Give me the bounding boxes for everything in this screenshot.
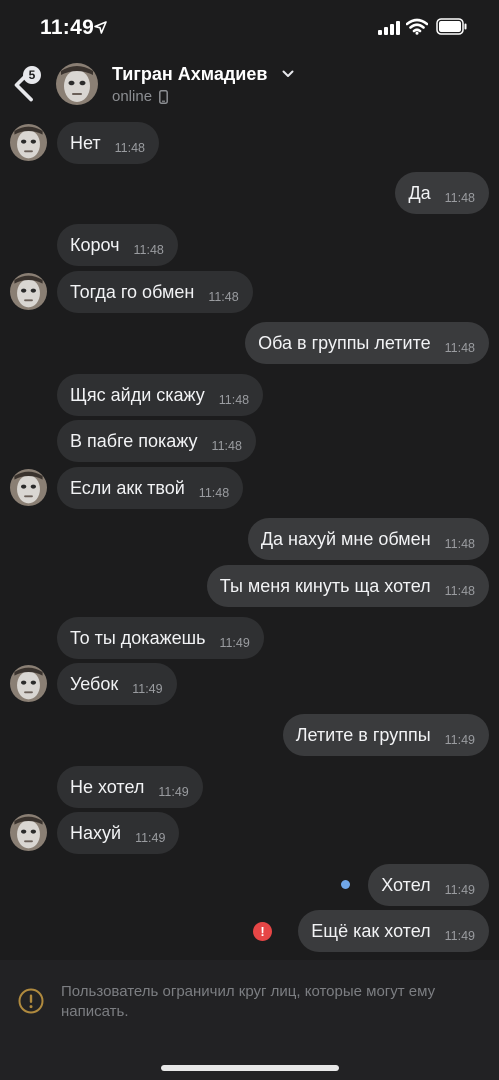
- message-bubble[interactable]: Не хотел 11:49: [57, 766, 203, 808]
- sender-avatar[interactable]: [10, 273, 47, 310]
- unread-indicator-dot: [341, 880, 350, 889]
- message-text: Не хотел: [70, 776, 145, 797]
- message-bubble[interactable]: Если акк твой 11:48: [57, 467, 244, 509]
- status-bar: 11:49: [0, 0, 499, 56]
- message-bubble[interactable]: Летите в группы 11:49: [282, 714, 489, 756]
- message-bubble[interactable]: Щяс айди скажу 11:48: [57, 374, 264, 416]
- message-text: Нахуй: [70, 822, 122, 843]
- message-bubble[interactable]: То ты докажешь 11:49: [57, 617, 264, 659]
- restriction-notice-text: Пользователь ограничил круг лиц, которые…: [61, 983, 436, 1020]
- message-bubble[interactable]: Хотел 11:49: [368, 864, 489, 906]
- face-avatar-icon: [56, 63, 98, 105]
- wifi-icon: [406, 18, 428, 35]
- message-time: 11:49: [444, 883, 475, 897]
- message-text: Летите в группы: [295, 724, 431, 745]
- message-time: 11:49: [135, 831, 166, 845]
- send-error-icon[interactable]: !: [253, 922, 272, 941]
- message-text: Ещё как хотел: [311, 920, 431, 941]
- message-text: Хотел: [381, 874, 431, 895]
- message-bubble[interactable]: Да нахуй мне обмен 11:48: [247, 518, 489, 560]
- message-time: 11:49: [132, 682, 163, 696]
- face-avatar-icon: [10, 273, 47, 310]
- message-bubble[interactable]: Да 11:48: [395, 172, 489, 214]
- message-time: 11:48: [114, 141, 146, 155]
- message-text: Уебок: [70, 673, 119, 694]
- message-time: 11:49: [219, 636, 250, 650]
- chevron-down-icon[interactable]: [282, 70, 294, 78]
- message-bubble[interactable]: Оба в группы летите 11:48: [245, 322, 489, 364]
- message-bubble[interactable]: Тогда го обмен 11:48: [57, 271, 253, 313]
- online-status: online: [112, 88, 153, 105]
- sender-avatar[interactable]: [10, 814, 47, 851]
- contact-avatar[interactable]: [56, 63, 98, 105]
- message-text: Оба в группы летите: [258, 332, 431, 353]
- battery-icon: [436, 18, 467, 35]
- message-text: Если акк твой: [70, 477, 185, 498]
- message-bubble[interactable]: Ты меня кинуть ща хотел 11:48: [206, 565, 489, 607]
- message-text: Нет: [70, 132, 101, 153]
- restriction-notice: Пользователь ограничил круг лиц, которые…: [0, 960, 499, 1080]
- sender-avatar[interactable]: [10, 665, 47, 702]
- status-time: 11:49: [40, 16, 95, 39]
- message-bubble[interactable]: Ещё как хотел 11:49: [298, 910, 489, 952]
- message-time: 11:48: [444, 191, 475, 205]
- message-time: 11:48: [444, 341, 475, 355]
- message-text: Щяс айди скажу: [70, 384, 205, 405]
- contact-name[interactable]: Тигран Ахмадиев: [112, 64, 267, 85]
- home-indicator[interactable]: [161, 1065, 339, 1071]
- mobile-phone-icon: [159, 90, 168, 104]
- message-text: Короч: [70, 234, 120, 255]
- message-text: Тогда го обмен: [70, 281, 195, 302]
- message-time: 11:48: [208, 290, 239, 304]
- signal-icon: [378, 21, 400, 35]
- message-text: Да нахуй мне обмен: [260, 528, 431, 549]
- face-avatar-icon: [10, 814, 47, 851]
- message-time: 11:49: [158, 785, 189, 799]
- warning-icon: [18, 988, 44, 1014]
- unread-count-badge: 5: [23, 66, 41, 84]
- message-text: Ты меня кинуть ща хотел: [219, 575, 431, 596]
- message-time: 11:48: [198, 486, 230, 500]
- message-time: 11:48: [444, 537, 475, 551]
- sender-avatar[interactable]: [10, 469, 47, 506]
- message-time: 11:48: [218, 393, 250, 407]
- message-bubble[interactable]: Нахуй 11:49: [57, 812, 180, 854]
- location-arrow-icon: [94, 21, 107, 34]
- message-text: Да: [408, 182, 431, 203]
- message-text: То ты докажешь: [70, 627, 206, 648]
- message-bubble[interactable]: Нет 11:48: [57, 122, 160, 164]
- sender-avatar[interactable]: [10, 124, 47, 161]
- message-bubble[interactable]: Уебок 11:49: [57, 663, 177, 705]
- message-bubble[interactable]: В пабге покажу 11:48: [57, 420, 256, 462]
- message-time: 11:48: [133, 243, 164, 257]
- message-text: В пабге покажу: [70, 430, 198, 451]
- message-time: 11:49: [444, 733, 475, 747]
- message-time: 11:48: [444, 584, 475, 598]
- message-time: 11:49: [444, 929, 475, 943]
- message-bubble[interactable]: Короч 11:48: [57, 224, 178, 266]
- face-avatar-icon: [10, 124, 47, 161]
- message-time: 11:48: [211, 439, 242, 453]
- face-avatar-icon: [10, 665, 47, 702]
- face-avatar-icon: [10, 469, 47, 506]
